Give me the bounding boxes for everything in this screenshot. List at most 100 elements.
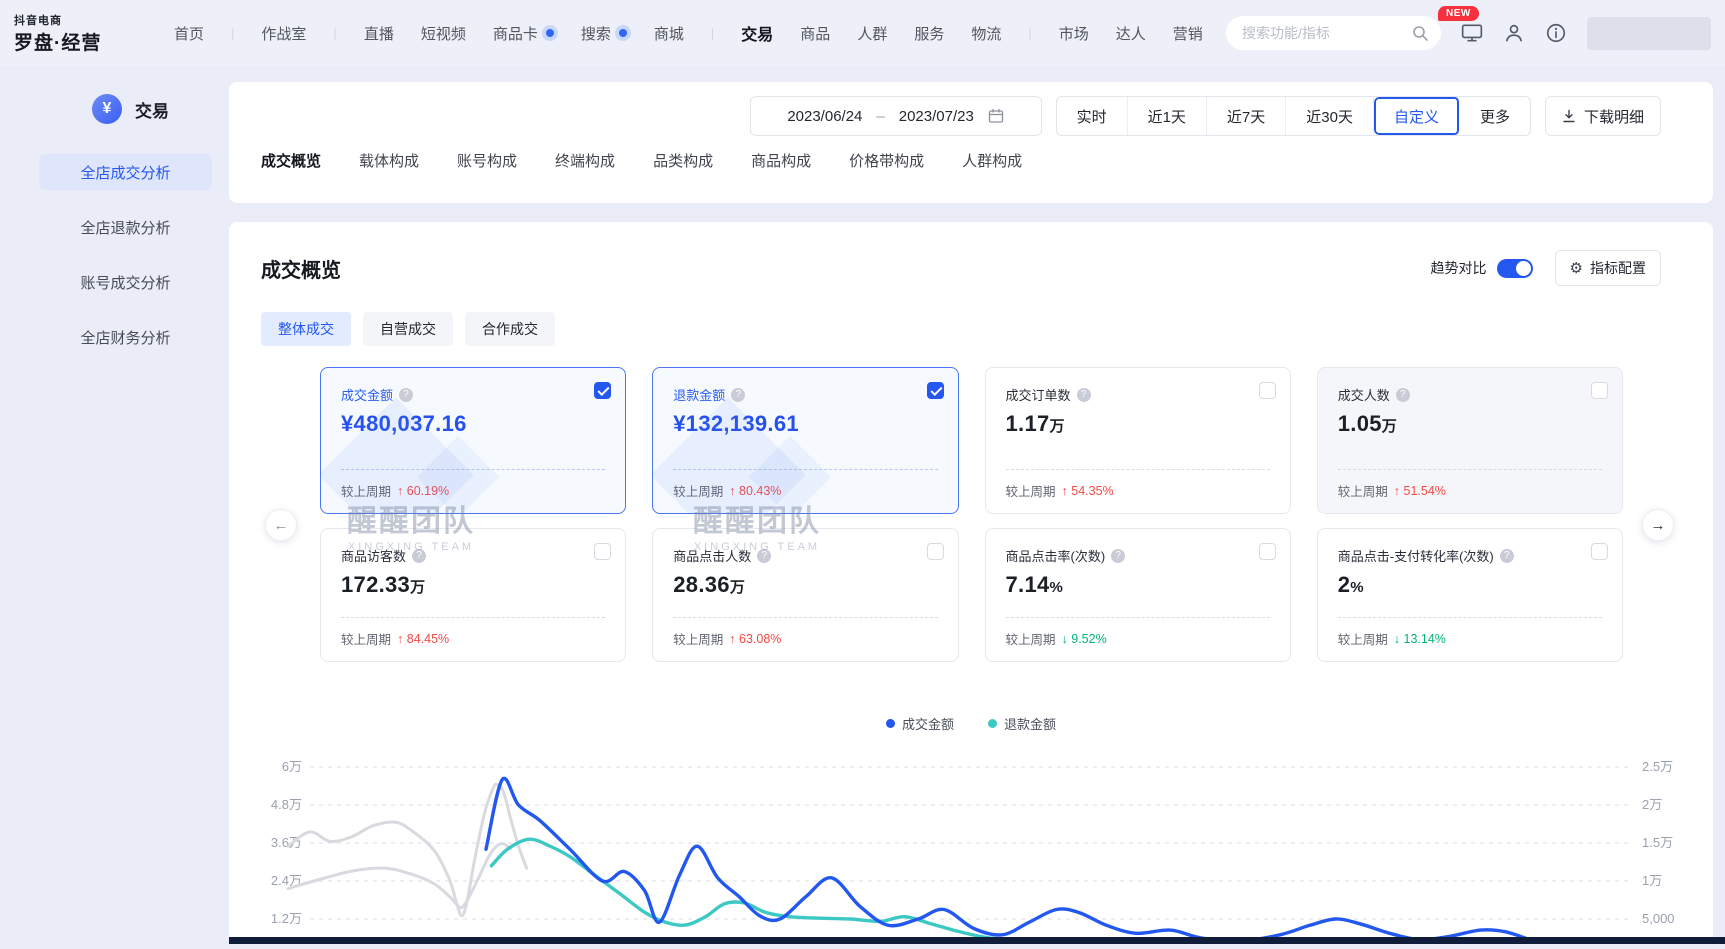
- metric-card-buyer-count[interactable]: 成交人数? 1.05万 较上周期↑ 51.54%: [1317, 367, 1623, 514]
- range-7d[interactable]: 近7天: [1207, 97, 1286, 135]
- help-icon[interactable]: ?: [1500, 549, 1514, 563]
- search-icon[interactable]: [1412, 25, 1429, 42]
- sidebar-item-store-finance-analysis[interactable]: 全店财务分析: [39, 319, 212, 355]
- monitor-icon[interactable]: [1461, 22, 1483, 44]
- date-start: 2023/06/24: [787, 108, 862, 125]
- global-search[interactable]: [1226, 16, 1441, 50]
- delta-arrow-icon: ↓: [1062, 632, 1068, 646]
- segment-self-operated[interactable]: 自营成交: [363, 312, 453, 346]
- nav-label: 市场: [1059, 23, 1089, 44]
- metric-checkbox[interactable]: [927, 543, 944, 560]
- download-detail-button[interactable]: 下载明细: [1545, 96, 1661, 136]
- delta-arrow-icon: ↑: [729, 484, 735, 498]
- nav-item-home[interactable]: 首页: [174, 23, 204, 44]
- panel-header-right: 趋势对比 ⚙ 指标配置: [1431, 250, 1661, 286]
- cards-prev-button[interactable]: ←: [265, 509, 297, 541]
- account-area[interactable]: [1587, 17, 1711, 50]
- trend-chart[interactable]: 6万2.5万4.8万2万3.6万1.5万2.4万1万1.2万5,000: [240, 754, 1700, 944]
- metric-card-order-count[interactable]: 成交订单数? 1.17万 较上周期↑ 54.35%: [985, 367, 1291, 514]
- range-1d[interactable]: 近1天: [1128, 97, 1207, 135]
- legend-dot-icon: [886, 719, 895, 728]
- nav-item-audience[interactable]: 人群: [857, 23, 887, 44]
- sidebar-item-store-refund-analysis[interactable]: 全店退款分析: [39, 209, 212, 245]
- download-icon: [1562, 109, 1576, 123]
- range-more[interactable]: 更多: [1460, 97, 1530, 135]
- nav-item-live[interactable]: 直播: [364, 23, 394, 44]
- metric-card-deal-amount[interactable]: 成交金额? ¥480,037.16 较上周期↑ 60.19%: [320, 367, 626, 514]
- cards-next-button[interactable]: →: [1642, 509, 1674, 541]
- nav-item-warroom[interactable]: 作战室: [261, 23, 306, 44]
- nav-item-product[interactable]: 商品: [800, 23, 830, 44]
- svg-text:4.8万: 4.8万: [271, 797, 302, 812]
- nav-item-service[interactable]: 服务: [914, 23, 944, 44]
- tab-deal-overview[interactable]: 成交概览: [261, 150, 321, 185]
- info-icon[interactable]: [1545, 22, 1567, 44]
- nav-items: 首页 | 作战室 | 直播 短视频 商品卡 搜索 商城 | 交易 商品 人群 服…: [174, 21, 1203, 45]
- metric-checkbox[interactable]: [594, 382, 611, 399]
- metric-card-refund-amount[interactable]: 退款金额? ¥132,139.61 较上周期↑ 80.43%: [652, 367, 958, 514]
- metric-checkbox[interactable]: [1259, 543, 1276, 560]
- nav-item-marketing[interactable]: 营销: [1173, 23, 1203, 44]
- metric-checkbox[interactable]: [927, 382, 944, 399]
- metric-card-product-visitors[interactable]: 商品访客数? 172.33万 较上周期↑ 84.45%: [320, 528, 626, 662]
- metric-card-click-rate[interactable]: 商品点击率(次数)? 7.14% 较上周期↓ 9.52%: [985, 528, 1291, 662]
- svg-text:2.5万: 2.5万: [1642, 759, 1673, 774]
- help-icon[interactable]: ?: [412, 549, 426, 563]
- sidebar-item-account-deal-analysis[interactable]: 账号成交分析: [39, 264, 212, 300]
- tab-product[interactable]: 商品构成: [751, 150, 811, 185]
- date-dash: –: [876, 108, 884, 125]
- nav-item-market[interactable]: 市场: [1059, 23, 1089, 44]
- nav-item-productcard[interactable]: 商品卡: [493, 23, 554, 44]
- metric-value: 1.17万: [1006, 411, 1270, 437]
- tab-carrier[interactable]: 载体构成: [359, 150, 419, 185]
- metric-card-product-clickers[interactable]: 商品点击人数? 28.36万 较上周期↑ 63.08%: [652, 528, 958, 662]
- panel-header: 成交概览 趋势对比 ⚙ 指标配置: [261, 250, 1661, 286]
- user-icon[interactable]: [1503, 22, 1525, 44]
- help-icon[interactable]: ?: [731, 388, 745, 402]
- sidebar-item-store-deal-analysis[interactable]: 全店成交分析: [39, 154, 212, 190]
- nav-item-mall[interactable]: 商城: [654, 23, 684, 44]
- tab-price-band[interactable]: 价格带构成: [849, 150, 924, 185]
- range-realtime[interactable]: 实时: [1057, 97, 1128, 135]
- search-input[interactable]: [1242, 25, 1405, 41]
- nav-item-shortvideo[interactable]: 短视频: [421, 23, 466, 44]
- help-icon[interactable]: ?: [399, 388, 413, 402]
- sidebar: ¥ 交易 全店成交分析 全店退款分析 账号成交分析 全店财务分析: [0, 66, 229, 374]
- help-icon[interactable]: ?: [1111, 549, 1125, 563]
- chart-legend: 成交金额 退款金额: [229, 714, 1713, 733]
- help-icon[interactable]: ?: [1396, 388, 1410, 402]
- calendar-icon: [988, 108, 1004, 124]
- trend-compare-toggle[interactable]: [1497, 259, 1533, 278]
- help-icon[interactable]: ?: [1077, 388, 1091, 402]
- metric-checkbox[interactable]: [1591, 543, 1608, 560]
- metric-config-button[interactable]: ⚙ 指标配置: [1555, 250, 1661, 286]
- nav-label: 营销: [1173, 23, 1203, 44]
- segment-cooperative[interactable]: 合作成交: [465, 312, 555, 346]
- nav-item-logistics[interactable]: 物流: [971, 23, 1001, 44]
- metric-checkbox[interactable]: [1259, 382, 1276, 399]
- nav-item-search[interactable]: 搜索: [581, 23, 627, 44]
- nav-label: 首页: [174, 23, 204, 44]
- range-30d[interactable]: 近30天: [1286, 97, 1374, 135]
- metric-checkbox[interactable]: [594, 543, 611, 560]
- nav-item-trade[interactable]: 交易: [741, 21, 773, 45]
- tab-audience[interactable]: 人群构成: [962, 150, 1022, 185]
- nav-label: 直播: [364, 23, 394, 44]
- range-custom[interactable]: 自定义: [1374, 97, 1460, 135]
- delta-arrow-icon: ↑: [1394, 484, 1400, 498]
- metric-card-click-pay-conversion[interactable]: 商品点击-支付转化率(次数)? 2% 较上周期↓ 13.14%: [1317, 528, 1623, 662]
- help-icon[interactable]: ?: [757, 549, 771, 563]
- tab-account[interactable]: 账号构成: [457, 150, 517, 185]
- legend-refund-amount[interactable]: 退款金额: [988, 714, 1056, 733]
- svg-text:2万: 2万: [1642, 797, 1662, 812]
- trend-chart-svg[interactable]: 6万2.5万4.8万2万3.6万1.5万2.4万1万1.2万5,000: [240, 754, 1700, 944]
- date-range-picker[interactable]: 2023/06/24 – 2023/07/23: [750, 96, 1042, 136]
- tab-terminal[interactable]: 终端构成: [555, 150, 615, 185]
- segment-overall[interactable]: 整体成交: [261, 312, 351, 346]
- tab-category[interactable]: 品类构成: [653, 150, 713, 185]
- sidebar-section-trade[interactable]: ¥ 交易: [0, 66, 229, 124]
- metric-checkbox[interactable]: [1591, 382, 1608, 399]
- logo[interactable]: 抖音电商 罗盘·经营: [14, 12, 164, 55]
- legend-deal-amount[interactable]: 成交金额: [886, 714, 954, 733]
- nav-item-influencer[interactable]: 达人: [1116, 23, 1146, 44]
